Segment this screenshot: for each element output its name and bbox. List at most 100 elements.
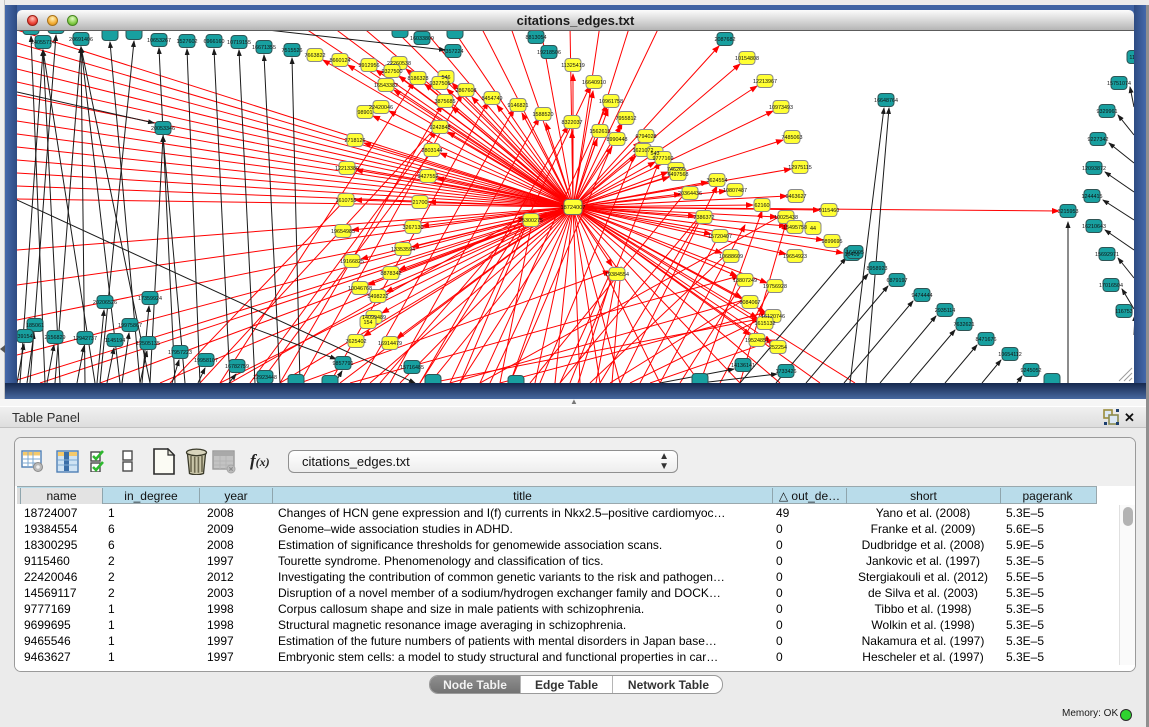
svg-text:8660124: 8660124 [330,58,351,64]
svg-text:16033809: 16033809 [410,36,434,42]
svg-text:8454749: 8454749 [482,96,503,102]
svg-text:25300275: 25300275 [519,218,543,224]
svg-text:12975115: 12975115 [788,165,812,171]
svg-text:10961758: 10961758 [599,99,623,105]
svg-text:18807249: 18807249 [733,278,757,284]
svg-text:6497568: 6497568 [668,172,689,178]
svg-text:3267130: 3267130 [403,225,424,231]
svg-text:3875685: 3875685 [435,99,456,105]
svg-text:9463627: 9463627 [786,194,807,200]
svg-text:9857791: 9857791 [333,361,354,367]
svg-text:19654985: 19654985 [331,229,355,235]
svg-text:9115460: 9115460 [819,208,840,214]
svg-text:16914479: 16914479 [378,341,402,347]
svg-text:15751074: 15751074 [1107,81,1131,87]
svg-text:44: 44 [810,226,816,232]
svg-text:12505135: 12505135 [136,341,160,347]
svg-text:10154808: 10154808 [735,56,759,62]
svg-text:7386372: 7386372 [694,215,715,221]
svg-text:19958107: 19958107 [194,358,218,364]
svg-text:7625402: 7625402 [346,339,367,345]
svg-text:2867608: 2867608 [456,88,477,94]
svg-text:19166825: 19166825 [340,259,364,265]
svg-text:16782759: 16782759 [225,364,249,370]
svg-text:15495758: 15495758 [783,225,807,231]
svg-text:12942737: 12942737 [73,336,97,342]
svg-text:1588520: 1588520 [533,112,554,118]
svg-text:12213389: 12213389 [335,166,359,172]
svg-text:1610755: 1610755 [336,198,357,204]
svg-text:13353594: 13353594 [391,247,415,253]
svg-text:7955812: 7955812 [616,116,637,122]
svg-text:1733426: 1733426 [776,369,797,375]
svg-text:10688609: 10688609 [719,254,743,260]
svg-text:10653267: 10653267 [147,38,171,44]
svg-text:16640910: 16640910 [582,80,606,86]
svg-text:2935114: 2935114 [935,308,956,314]
svg-text:7357224: 7357224 [443,49,464,55]
svg-text:24055714: 24055714 [31,40,55,46]
svg-text:10654112: 10654112 [998,352,1022,358]
svg-text:8471676: 8471676 [976,337,997,343]
svg-text:39154: 39154 [18,334,33,340]
svg-text:12923448: 12923448 [253,375,277,381]
svg-text:62160: 62160 [755,203,770,209]
svg-text:16648764: 16648764 [874,98,898,104]
svg-text:9245052: 9245052 [1021,368,1042,374]
svg-text:7663822: 7663822 [305,53,326,59]
svg-text:12093872: 12093872 [1082,166,1106,172]
svg-text:12213967: 12213967 [753,79,777,85]
svg-text:252254: 252254 [769,345,787,351]
svg-text:116753: 116753 [1115,309,1133,315]
svg-text:18724007: 18724007 [561,205,586,211]
svg-text:11325419: 11325419 [561,63,585,69]
svg-text:2803144: 2803144 [422,148,443,154]
svg-text:2156829: 2156829 [45,335,66,341]
svg-text:10973493: 10973493 [769,105,793,111]
svg-text:17016504: 17016504 [1099,283,1123,289]
svg-text:3215953: 3215953 [1058,209,1079,215]
svg-text:8186328: 8186328 [408,76,429,82]
svg-text:8990448: 8990448 [607,137,628,143]
svg-text:98901: 98901 [358,110,373,116]
svg-text:9777169: 9777169 [653,156,674,162]
svg-text:7515526: 7515526 [282,48,303,54]
svg-text:164095: 164095 [846,250,864,256]
svg-text:19218506: 19218506 [537,50,561,56]
svg-text:16671355: 16671355 [252,45,276,51]
svg-text:1244415: 1244415 [1082,194,1103,200]
svg-text:1562615: 1562615 [590,129,611,135]
svg-text:6879197: 6879197 [887,278,908,284]
svg-text:3624554: 3624554 [707,178,728,184]
svg-text:9084067: 9084067 [740,300,761,306]
svg-text:5498222: 5498222 [368,294,389,300]
svg-text:19384554: 19384554 [605,272,629,278]
svg-text:19756928: 19756928 [763,284,787,290]
svg-text:9327500: 9327500 [382,69,403,75]
svg-text:7632621: 7632621 [954,322,975,328]
svg-text:20691406: 20691406 [69,37,93,43]
svg-text:9329961: 9329961 [1097,109,1118,115]
svg-text:20364436: 20364436 [678,191,702,197]
svg-text:20557: 20557 [24,31,39,32]
svg-text:20206526: 20206526 [93,300,117,306]
svg-text:6794028: 6794028 [636,134,657,140]
svg-text:8813054: 8813054 [526,35,547,41]
svg-text:19654923: 19654923 [783,254,807,260]
svg-text:8958923: 8958923 [867,266,888,272]
svg-text:21700: 21700 [413,200,428,206]
svg-text:2087682: 2087682 [715,37,736,43]
svg-text:15692971: 15692971 [1095,252,1119,258]
svg-text:8322037: 8322037 [562,120,583,126]
svg-text:16120746: 16120746 [761,314,785,320]
svg-text:10025438: 10025438 [774,215,798,221]
svg-text:9427552: 9427552 [418,174,439,180]
svg-text:9327505: 9327505 [430,81,451,87]
svg-text:10807487: 10807487 [723,188,747,194]
svg-text:9474444: 9474444 [912,293,933,299]
svg-text:22420046: 22420046 [369,105,393,111]
svg-text:154: 154 [364,320,373,326]
svg-text:22260538: 22260538 [387,61,411,67]
svg-text:15716485: 15716485 [400,365,424,371]
svg-text:1145194: 1145194 [105,338,126,344]
